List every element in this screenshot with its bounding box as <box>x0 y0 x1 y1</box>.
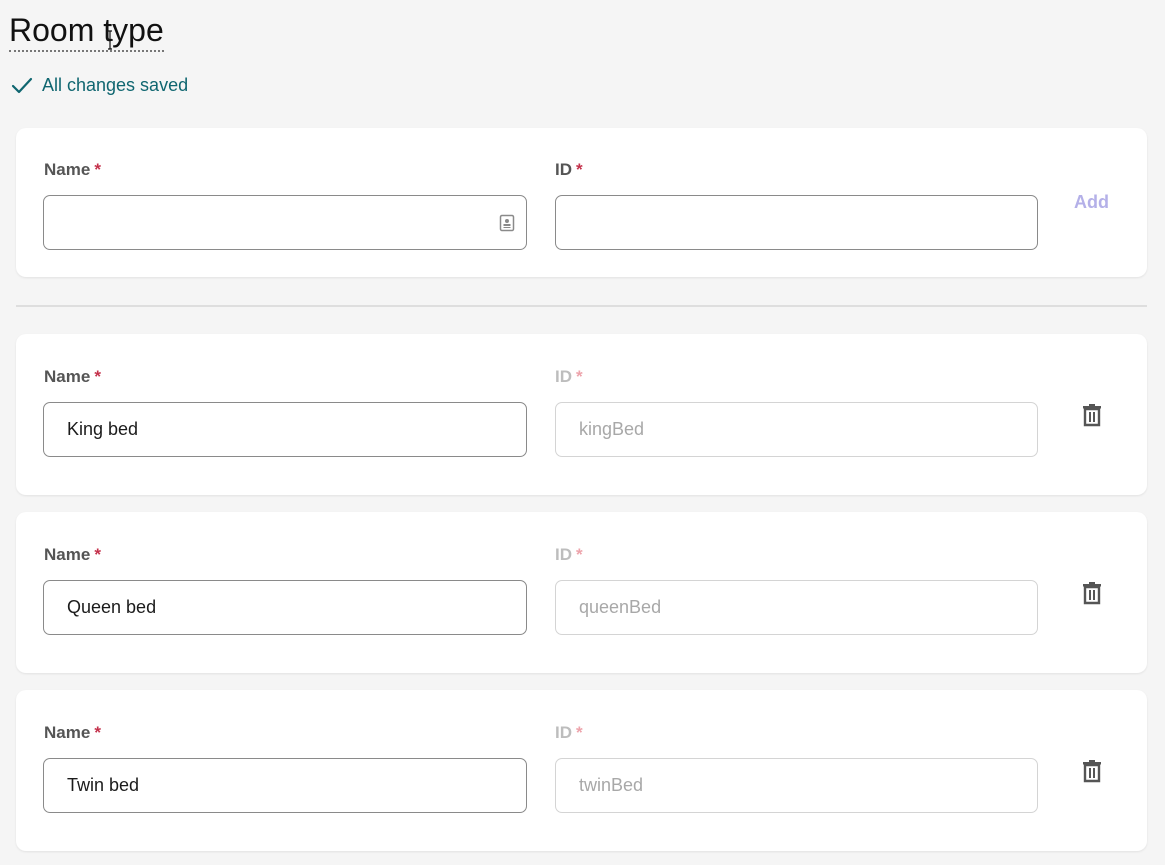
new-name-input[interactable] <box>43 195 527 250</box>
contact-card-icon[interactable] <box>499 214 515 232</box>
status-text: All changes saved <box>42 74 189 95</box>
id-label: ID * <box>555 545 583 565</box>
name-label-text: Name <box>44 160 91 179</box>
new-id-input[interactable] <box>555 195 1038 250</box>
name-label: Name * <box>44 367 101 387</box>
required-mark: * <box>576 545 583 564</box>
trash-icon <box>1083 404 1101 427</box>
required-mark: * <box>94 723 101 742</box>
id-label-text: ID <box>555 160 572 179</box>
name-label: Name * <box>44 160 101 180</box>
page-title[interactable]: Room type <box>9 10 164 52</box>
name-label: Name * <box>44 723 101 743</box>
required-mark: * <box>94 160 101 179</box>
new-room-type-card: Name * ID * Add <box>16 128 1147 277</box>
id-label-text: ID <box>555 723 572 742</box>
room-type-card: Name * Twin bed ID * twinBed <box>16 690 1147 851</box>
trash-icon <box>1083 582 1101 605</box>
room-type-card: Name * Queen bed ID * queenBed <box>16 512 1147 673</box>
save-status: All changes saved <box>10 73 188 97</box>
divider <box>16 305 1147 307</box>
name-label: Name * <box>44 545 101 565</box>
id-label-text: ID <box>555 367 572 386</box>
required-mark: * <box>94 545 101 564</box>
checkmark-icon <box>11 77 33 94</box>
id-label: ID * <box>555 160 583 180</box>
id-input: kingBed <box>555 402 1038 457</box>
name-label-text: Name <box>44 723 91 742</box>
id-label: ID * <box>555 367 583 387</box>
text-cursor-icon <box>108 30 113 50</box>
name-label-text: Name <box>44 367 91 386</box>
room-type-editor: Room type All changes saved Name* ID* <box>0 0 1165 865</box>
id-input: twinBed <box>555 758 1038 813</box>
required-mark: * <box>94 367 101 386</box>
id-input: queenBed <box>555 580 1038 635</box>
required-mark: * <box>576 367 583 386</box>
delete-button[interactable] <box>1079 758 1105 784</box>
room-type-card: Name * King bed ID * kingBed <box>16 334 1147 495</box>
required-mark: * <box>576 723 583 742</box>
trash-icon <box>1083 760 1101 783</box>
id-label-text: ID <box>555 545 572 564</box>
add-button[interactable]: Add <box>1074 192 1109 213</box>
id-label: ID * <box>555 723 583 743</box>
name-input[interactable]: Queen bed <box>43 580 527 635</box>
required-mark: * <box>576 160 583 179</box>
name-input[interactable]: King bed <box>43 402 527 457</box>
delete-button[interactable] <box>1079 580 1105 606</box>
delete-button[interactable] <box>1079 402 1105 428</box>
name-input[interactable]: Twin bed <box>43 758 527 813</box>
name-label-text: Name <box>44 545 91 564</box>
